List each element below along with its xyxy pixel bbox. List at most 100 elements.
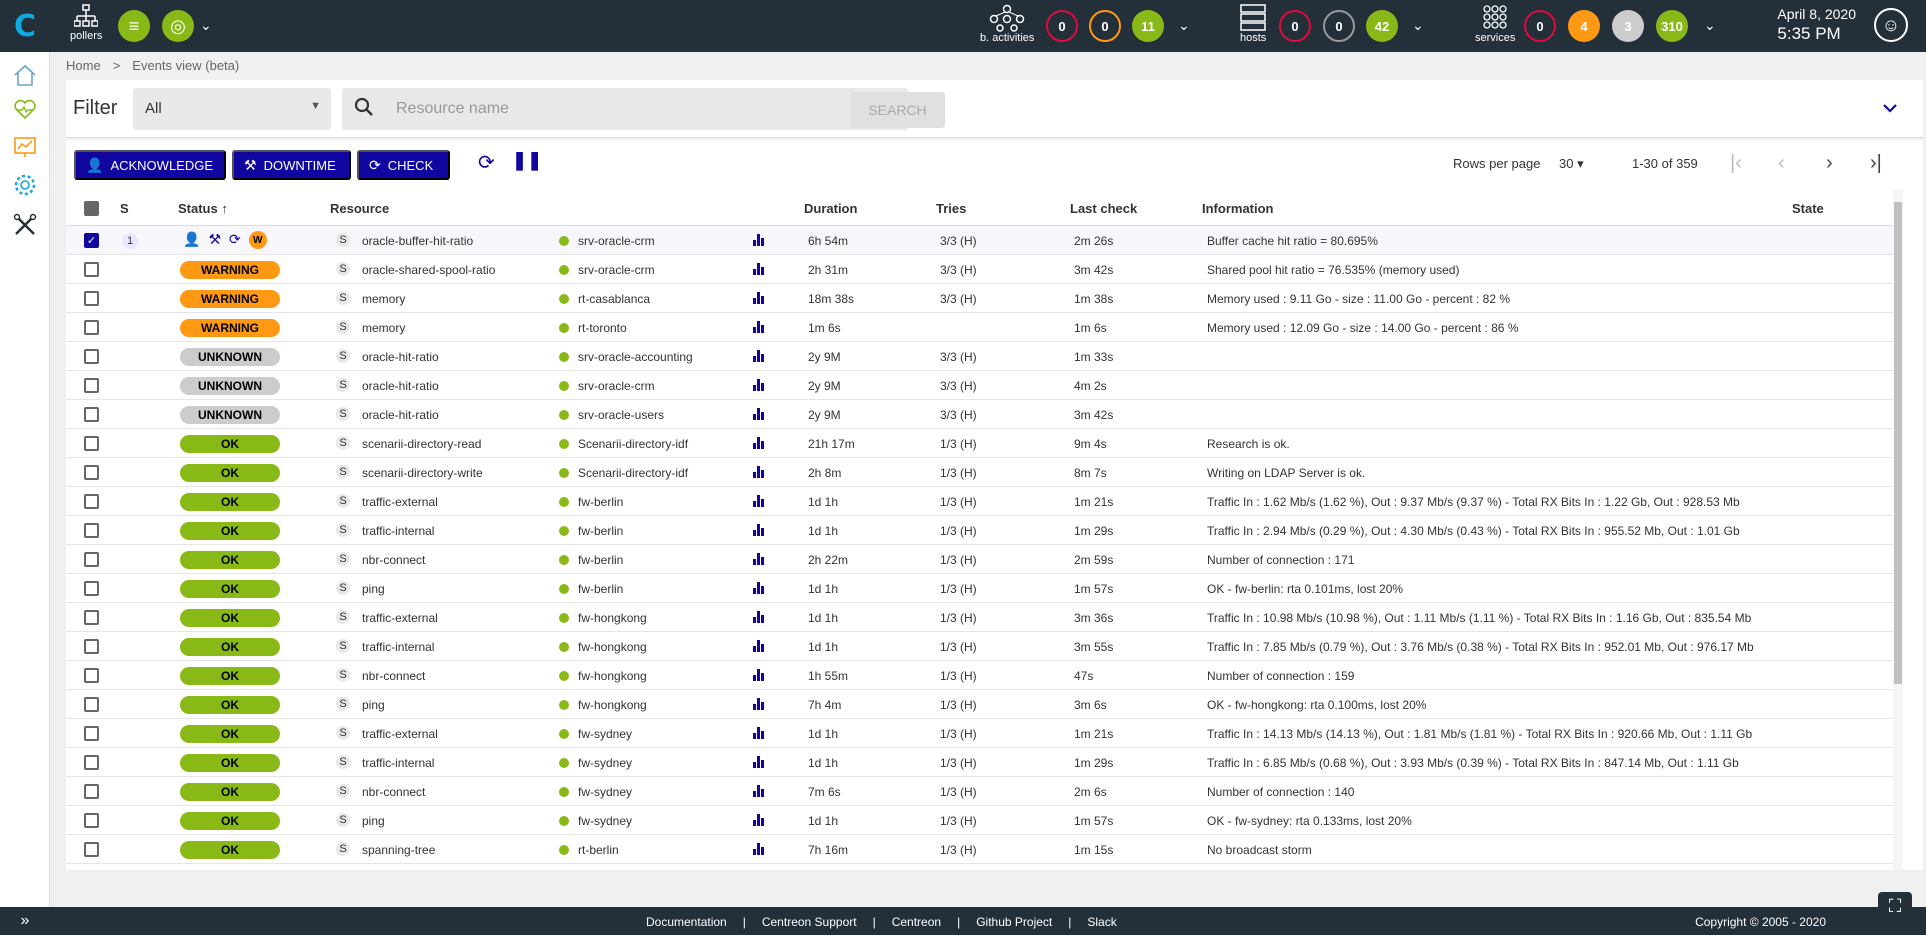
table-row[interactable]: OK Straffic-internal fw-hongkong 1d 1h 1/3 (… <box>66 632 1893 661</box>
graph-icon[interactable] <box>753 524 765 536</box>
breadcrumb-home[interactable]: Home <box>66 58 101 73</box>
activities-critical-count[interactable]: 0 <box>1046 10 1078 42</box>
row-checkbox[interactable] <box>84 291 99 306</box>
table-row[interactable]: OK Sping fw-sydney 1d 1h 1/3 (H) 1m 57s OK - f… <box>66 806 1893 835</box>
parent-name[interactable]: fw-sydney <box>578 785 632 799</box>
monitoring-icon[interactable] <box>12 96 38 122</box>
row-checkbox[interactable] <box>84 407 99 422</box>
parent-name[interactable]: fw-sydney <box>578 814 632 828</box>
row-checkbox[interactable] <box>84 697 99 712</box>
row-checkbox[interactable] <box>84 726 99 741</box>
centreon-logo[interactable]: C <box>0 0 50 52</box>
graph-icon[interactable] <box>753 756 765 768</box>
row-checkbox[interactable] <box>84 523 99 538</box>
table-row[interactable]: WARNING Smemory rt-toronto 1m 6s 1m 6s Memory… <box>66 313 1893 342</box>
resource-name[interactable]: traffic-external <box>362 495 438 509</box>
row-checkbox[interactable] <box>84 813 99 828</box>
parent-name[interactable]: fw-hongkong <box>578 669 647 683</box>
downtime-button[interactable]: ⚒ DOWNTIME <box>232 150 351 180</box>
resource-name[interactable]: memory <box>362 292 405 306</box>
graph-icon[interactable] <box>753 234 765 246</box>
resource-name[interactable]: spanning-tree <box>362 843 435 857</box>
expand-filter-icon[interactable] <box>1883 100 1897 118</box>
parent-name[interactable]: srv-oracle-users <box>578 408 664 422</box>
footer-link[interactable]: Documentation <box>646 915 727 929</box>
graph-icon[interactable] <box>753 843 765 855</box>
row-checkbox[interactable] <box>84 465 99 480</box>
graph-icon[interactable] <box>753 321 765 333</box>
parent-name[interactable]: fw-berlin <box>578 524 623 538</box>
business-activities-menu[interactable]: b. activities <box>980 4 1034 44</box>
graph-icon[interactable] <box>753 553 765 565</box>
row-checkbox[interactable] <box>84 320 99 335</box>
last-page-icon[interactable]: ›| <box>1870 152 1882 175</box>
resource-name[interactable]: nbr-connect <box>362 553 425 567</box>
home-icon[interactable] <box>12 62 38 88</box>
row-checkbox[interactable] <box>84 784 99 799</box>
footer-link[interactable]: Centreon <box>892 915 941 929</box>
services-critical-count[interactable]: 0 <box>1524 10 1556 42</box>
hosts-up-count[interactable]: 42 <box>1366 10 1398 42</box>
col-status[interactable]: Status ↑ <box>178 201 228 216</box>
graph-icon[interactable] <box>753 727 765 739</box>
parent-name[interactable]: srv-oracle-crm <box>578 234 655 248</box>
row-checkbox[interactable] <box>84 755 99 770</box>
resource-name[interactable]: traffic-internal <box>362 640 434 654</box>
resource-name[interactable]: traffic-external <box>362 727 438 741</box>
table-row[interactable]: UNKNOWN Soracle-hit-ratio srv-oracle-accou… <box>66 342 1893 371</box>
resource-name[interactable]: nbr-connect <box>362 669 425 683</box>
hosts-down-count[interactable]: 0 <box>1279 10 1311 42</box>
parent-name[interactable]: fw-berlin <box>578 495 623 509</box>
graph-icon[interactable] <box>753 408 765 420</box>
resource-name[interactable]: ping <box>362 582 385 596</box>
parent-name[interactable]: fw-berlin <box>578 553 623 567</box>
col-last-check[interactable]: Last check <box>1070 201 1137 216</box>
table-row[interactable]: UNKNOWN Soracle-hit-ratio srv-oracle-users… <box>66 400 1893 429</box>
poller-latency-icon[interactable]: ◎ <box>162 10 194 42</box>
parent-name[interactable]: srv-oracle-accounting <box>578 350 693 364</box>
chevron-down-icon[interactable]: ⌄ <box>200 17 212 34</box>
parent-name[interactable]: fw-hongkong <box>578 640 647 654</box>
chevron-down-icon[interactable]: ⌄ <box>1178 17 1190 34</box>
table-row[interactable]: OK Sping fw-berlin 1d 1h 1/3 (H) 1m 57s OK - f… <box>66 574 1893 603</box>
col-duration[interactable]: Duration <box>804 201 857 216</box>
resource-name[interactable]: ping <box>362 814 385 828</box>
scrollbar-thumb[interactable] <box>1894 202 1902 684</box>
row-checkbox[interactable] <box>84 581 99 596</box>
configuration-icon[interactable] <box>12 172 38 198</box>
row-checkbox[interactable] <box>84 639 99 654</box>
breadcrumb-current[interactable]: Events view (beta) <box>132 58 239 73</box>
row-checkbox[interactable] <box>84 436 99 451</box>
col-tries[interactable]: Tries <box>936 201 966 216</box>
resource-name[interactable]: oracle-hit-ratio <box>362 379 439 393</box>
resource-name[interactable]: scenarii-directory-read <box>362 437 481 451</box>
graph-icon[interactable] <box>753 292 765 304</box>
parent-name[interactable]: fw-hongkong <box>578 698 647 712</box>
row-checkbox[interactable] <box>84 378 99 393</box>
parent-name[interactable]: rt-toronto <box>578 321 627 335</box>
graph-icon[interactable] <box>753 698 765 710</box>
graph-icon[interactable] <box>753 582 765 594</box>
table-row[interactable]: OK Sping fw-hongkong 7h 4m 1/3 (H) 3m 6s OK - … <box>66 690 1893 719</box>
resource-name[interactable]: traffic-internal <box>362 756 434 770</box>
activities-ok-count[interactable]: 11 <box>1132 10 1164 42</box>
search-input[interactable] <box>396 98 836 120</box>
footer-link[interactable]: Github Project <box>976 915 1052 929</box>
table-row[interactable]: OK Straffic-internal fw-berlin 1d 1h 1/3 (H)… <box>66 516 1893 545</box>
footer-link[interactable]: Slack <box>1087 915 1116 929</box>
check-button[interactable]: ⟳ CHECK <box>357 150 450 180</box>
parent-name[interactable]: srv-oracle-crm <box>578 379 655 393</box>
resource-name[interactable]: oracle-shared-spool-ratio <box>362 263 495 277</box>
table-row[interactable]: OK Sscenarii-directory-read Scenarii-direc… <box>66 429 1893 458</box>
table-row[interactable]: OK Snbr-connect fw-berlin 2h 22m 1/3 (H) 2m 5… <box>66 545 1893 574</box>
table-row[interactable]: WARNING Smemory rt-casablanca 18m 38s 3/3 (H… <box>66 284 1893 313</box>
acknowledge-button[interactable]: 👤 ACKNOWLEDGE <box>74 150 226 180</box>
parent-name[interactable]: srv-oracle-crm <box>578 263 655 277</box>
graph-icon[interactable] <box>753 814 765 826</box>
row-checkbox[interactable] <box>84 610 99 625</box>
table-row[interactable]: OK Straffic-external fw-hongkong 1d 1h 1/3 (… <box>66 603 1893 632</box>
fullscreen-icon[interactable]: ⛶ <box>1878 892 1912 920</box>
previous-page-icon[interactable]: ‹ <box>1778 152 1785 175</box>
parent-name[interactable]: rt-casablanca <box>578 292 650 306</box>
refresh-icon[interactable]: ⟳ <box>478 150 495 175</box>
